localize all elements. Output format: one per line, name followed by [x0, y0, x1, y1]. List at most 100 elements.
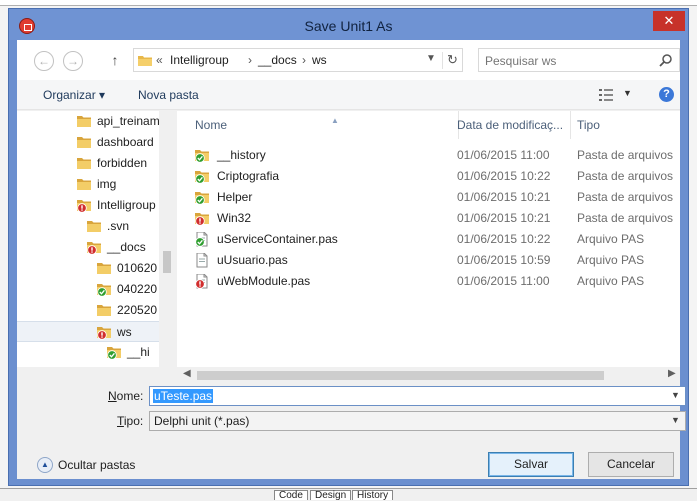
tree-item-label: .svn: [107, 219, 130, 233]
scroll-right-icon[interactable]: ▶: [668, 368, 676, 379]
organize-button[interactable]: Organizar ▾: [43, 87, 105, 103]
file-row[interactable]: uUsuario.pas 01/06/2015 10:59 Arquivo PAS: [177, 250, 680, 271]
new-folder-button[interactable]: Nova pasta: [138, 87, 199, 103]
navigation-bar: ← → ↑ « Intelligroup › __docs › ws ▼ ↻: [17, 40, 680, 80]
tree-scrollbar-thumb[interactable]: [163, 251, 171, 273]
file-icon: [195, 252, 210, 271]
title-bar[interactable]: Save Unit1 As ✕: [9, 9, 688, 40]
file-type: Pasta de arquivos: [577, 211, 674, 225]
search-input[interactable]: [485, 53, 655, 68]
hide-folders-label: Ocultar pastas: [58, 458, 136, 472]
tree-item[interactable]: 010620: [17, 258, 159, 279]
forward-button[interactable]: →: [63, 51, 83, 71]
file-row[interactable]: Helper 01/06/2015 10:21 Pasta de arquivos: [177, 187, 680, 208]
horizontal-scrollbar[interactable]: ◀ ▶: [177, 367, 680, 384]
breadcrumb-ws[interactable]: ws: [312, 53, 327, 67]
file-name: uWebModule.pas: [217, 274, 311, 288]
tree-item-label: __docs: [107, 240, 146, 254]
tree-item[interactable]: forbidden: [17, 153, 159, 174]
save-form: Nome: uTeste.pas ▼ Tipo: Delphi unit (*.…: [17, 384, 686, 479]
folder-versioned-icon: [107, 345, 122, 363]
ide-tab-design[interactable]: Design: [310, 490, 352, 501]
file-name: __history: [217, 148, 266, 162]
close-button[interactable]: ✕: [653, 11, 685, 31]
arrow-left-icon: ←: [38, 54, 50, 68]
file-type: Pasta de arquivos: [577, 190, 674, 204]
search-icon[interactable]: [659, 53, 673, 67]
tree-item[interactable]: img: [17, 174, 159, 195]
cancel-button[interactable]: Cancelar: [588, 452, 674, 477]
up-button[interactable]: ↑: [107, 51, 123, 69]
tree-item[interactable]: __docs: [17, 237, 159, 258]
chevron-down-icon[interactable]: ▼: [426, 53, 436, 64]
file-row[interactable]: uWebModule.pas 01/06/2015 11:00 Arquivo PA…: [177, 271, 680, 292]
save-dialog: Save Unit1 As ✕ ← → ↑ « Intelligroup › _…: [8, 8, 689, 486]
horizontal-scrollbar-thumb[interactable]: [197, 371, 604, 380]
file-name: Win32: [217, 211, 252, 225]
folder-versioned-icon: [195, 169, 210, 187]
file-type-select[interactable]: Delphi unit (*.pas) ▼: [149, 411, 686, 431]
column-header-date[interactable]: Data de modificaç...: [451, 111, 571, 139]
tree-item[interactable]: 040220: [17, 279, 159, 300]
file-type: Arquivo PAS: [577, 253, 645, 267]
column-header-type[interactable]: Tipo: [571, 111, 680, 139]
file-row[interactable]: __history 01/06/2015 11:00 Pasta de arquiv…: [177, 145, 680, 166]
help-icon[interactable]: ?: [659, 87, 674, 102]
file-name: Criptografia: [217, 169, 280, 183]
file-type: Pasta de arquivos: [577, 169, 674, 183]
file-date: 01/06/2015 11:00: [457, 274, 550, 288]
tree-item[interactable]: api_treinamento: [17, 111, 175, 132]
ide-status-strip: Code Design History: [0, 488, 697, 501]
file-row[interactable]: uServiceContainer.pas 01/06/2015 10:22 Arq…: [177, 229, 680, 250]
arrow-right-icon: →: [67, 54, 79, 68]
file-date: 01/06/2015 10:59: [457, 253, 551, 267]
tree-scrollbar[interactable]: [159, 111, 175, 367]
save-button[interactable]: Salvar: [488, 452, 574, 477]
chevron-down-icon[interactable]: ▼: [671, 415, 680, 425]
breadcrumb-docs[interactable]: __docs: [258, 53, 297, 67]
file-date: 01/06/2015 11:00: [457, 148, 550, 162]
file-date: 01/06/2015 10:21: [457, 211, 551, 225]
file-row[interactable]: Win32 01/06/2015 10:21 Pasta de arquivos: [177, 208, 680, 229]
file-name: Helper: [217, 190, 253, 204]
file-name-combobox[interactable]: uTeste.pas ▼: [149, 386, 686, 406]
file-type: Arquivo PAS: [577, 232, 645, 246]
column-header-name[interactable]: Nome ▲: [189, 111, 459, 139]
file-name: uServiceContainer.pas: [217, 232, 338, 246]
dialog-client: ← → ↑ « Intelligroup › __docs › ws ▼ ↻ O…: [17, 40, 686, 479]
folder-icon: [97, 261, 112, 279]
back-button[interactable]: ←: [34, 51, 54, 71]
ide-tab-code[interactable]: Code: [274, 490, 308, 501]
tree-item[interactable]: __hi: [17, 342, 159, 363]
address-bar[interactable]: « Intelligroup › __docs › ws ▼ ↻: [133, 48, 463, 72]
folder-versioned-icon: [195, 190, 210, 208]
chevron-down-icon[interactable]: ▼: [671, 390, 680, 400]
folder-icon: [77, 114, 92, 132]
search-box[interactable]: [478, 48, 680, 72]
folder-versioned-icon: [97, 282, 112, 300]
file-row[interactable]: Criptografia 01/06/2015 10:22 Pasta de arq…: [177, 166, 680, 187]
folder-conflict-icon: [87, 240, 102, 258]
tree-item[interactable]: 220520: [17, 300, 159, 321]
chevron-down-icon[interactable]: ▼: [623, 88, 632, 98]
folder-conflict-icon: [77, 198, 92, 216]
breadcrumb-intelligroup[interactable]: Intelligroup: [170, 53, 229, 67]
tree-item[interactable]: ws: [17, 321, 159, 342]
ide-tab-history[interactable]: History: [352, 490, 394, 501]
dialog-title: Save Unit1 As: [304, 18, 393, 34]
refresh-icon[interactable]: ↻: [442, 52, 462, 69]
tree-item[interactable]: dashboard: [17, 132, 159, 153]
tree-item[interactable]: .svn: [17, 216, 159, 237]
view-options-icon[interactable]: [599, 89, 613, 101]
tree-item-label: ws: [117, 325, 132, 339]
file-type: Arquivo PAS: [577, 274, 645, 288]
scroll-left-icon[interactable]: ◀: [183, 368, 191, 379]
tree-item-label: Intelligroup: [97, 198, 156, 212]
ide-toolbar-strip: [0, 0, 697, 6]
folder-conflict-icon: [97, 325, 112, 343]
tree-item[interactable]: Intelligroup: [17, 195, 159, 216]
breadcrumb-overflow[interactable]: «: [156, 53, 163, 67]
file-name-input[interactable]: uTeste.pas: [153, 389, 214, 403]
file-conflict-icon: [195, 273, 210, 292]
folder-icon: [77, 156, 92, 174]
